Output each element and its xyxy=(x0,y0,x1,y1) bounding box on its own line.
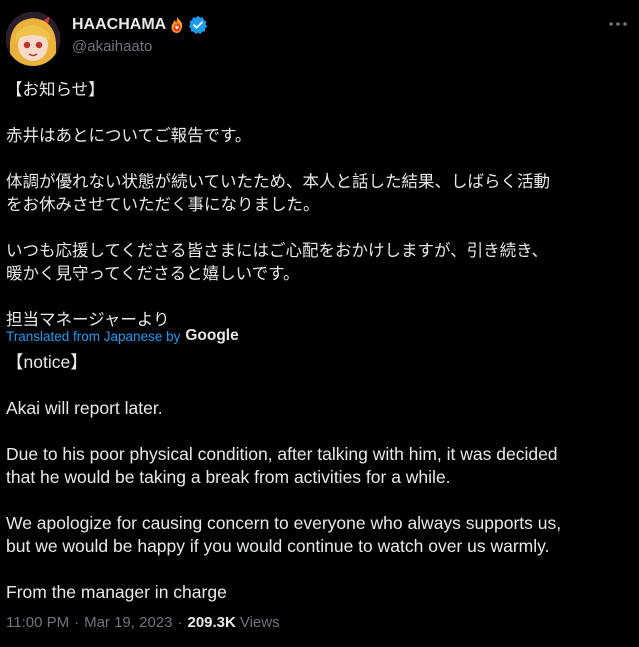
verified-badge-icon xyxy=(188,15,208,35)
more-options-button[interactable] xyxy=(603,12,633,36)
tweet-translated-text: 【notice】 Akai will report later. Due to … xyxy=(6,351,633,604)
tweet-original-text: 【お知らせ】 赤井はあとについてご報告です。 体調が優れない状態が続いていたため… xyxy=(6,78,633,331)
views-count[interactable]: 209.3K xyxy=(187,614,235,631)
tweet-time[interactable]: 11:00 PM xyxy=(6,614,69,631)
fire-heart-icon xyxy=(168,16,186,34)
display-name[interactable]: HAACHAMA xyxy=(72,16,166,34)
original-text: 【お知らせ】 赤井はあとについてご報告です。 体調が優れない状態が続いていたため… xyxy=(6,80,551,329)
display-name-row[interactable]: HAACHAMA xyxy=(72,14,208,36)
tweet-header: HAACHAMA @akaihaato xyxy=(6,10,633,66)
tweet-date[interactable]: Mar 19, 2023 xyxy=(84,614,172,631)
avatar[interactable] xyxy=(6,12,60,66)
google-logo: Google xyxy=(185,327,239,344)
views-label: Views xyxy=(239,613,280,631)
tweet-meta: 11:00 PM · Mar 19, 2023 · 209.3K Views xyxy=(6,611,280,633)
translation-attribution: Translated from Japanese by Google xyxy=(6,325,239,347)
translated-from-link[interactable]: Translated from Japanese by xyxy=(6,329,180,344)
author-names: HAACHAMA @akaihaato xyxy=(72,14,208,55)
author-handle[interactable]: @akaihaato xyxy=(72,38,208,55)
more-dots-icon xyxy=(609,22,627,26)
tweet: HAACHAMA @akaihaato 【お知らせ】 赤井はあとについてご報告で… xyxy=(0,0,639,647)
meta-separator: · xyxy=(74,613,80,631)
translated-text: 【notice】 Akai will report later. Due to … xyxy=(6,352,562,602)
meta-separator: · xyxy=(177,613,183,631)
